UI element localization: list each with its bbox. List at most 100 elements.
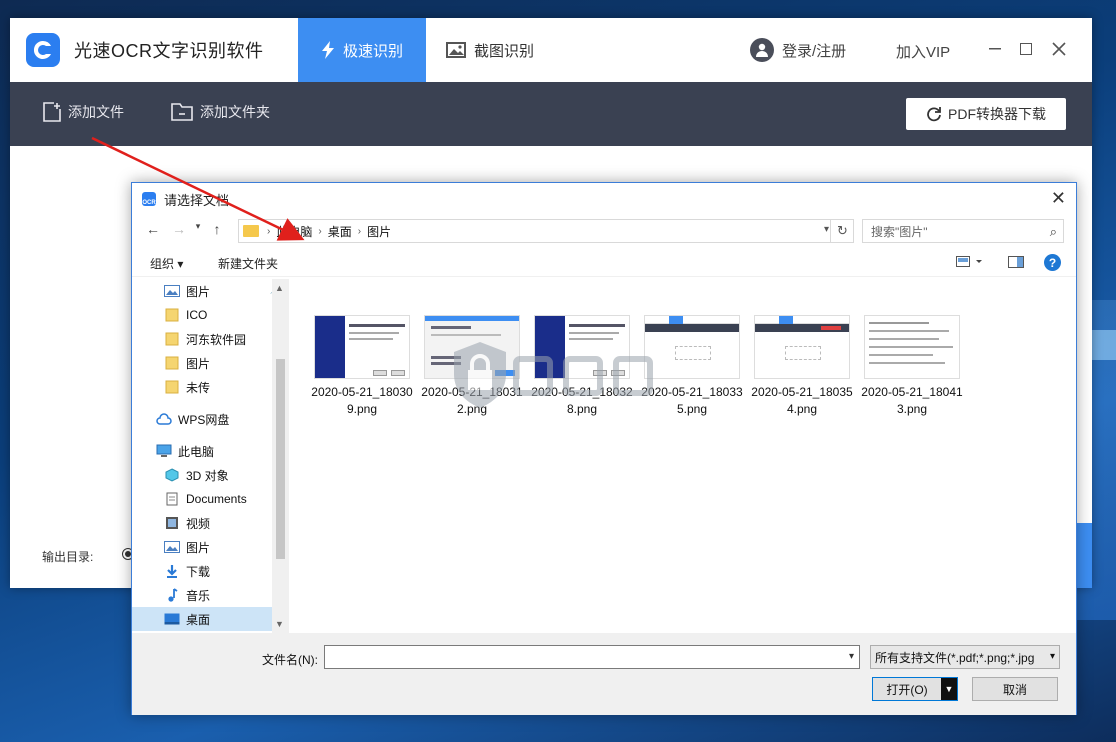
- recent-locations-chevron-icon[interactable]: ▾: [192, 221, 204, 237]
- output-directory-label: 输出目录:: [42, 550, 94, 564]
- picture-folder-icon: [164, 540, 180, 554]
- file-thumbnail-app-window: [644, 315, 740, 379]
- app-titlebar: 光速OCR文字识别软件 极速识别 截图识别 登录/注册 加入VIP: [10, 18, 1092, 82]
- search-icon[interactable]: ⌕: [1050, 224, 1057, 240]
- nav-item-wps-cloud[interactable]: WPS网盘: [132, 407, 288, 431]
- maximize-icon[interactable]: [1017, 40, 1035, 58]
- file-name: 2020-05-21_180413.png: [861, 385, 963, 416]
- breadcrumb-this-pc[interactable]: 此电脑: [276, 223, 312, 240]
- dialog-footer: 文件名(N): ▾ 所有支持文件(*.pdf;*.png;*.jpg ▾ 打开(…: [132, 633, 1076, 715]
- scroll-up-icon[interactable]: ▲: [275, 283, 284, 293]
- chevron-right-icon: ›: [267, 225, 271, 237]
- nav-item-ico[interactable]: ICO: [132, 303, 288, 327]
- chevron-down-icon[interactable]: ▾: [1049, 651, 1055, 662]
- pdf-converter-download-button[interactable]: PDF转换器下载: [906, 98, 1066, 130]
- up-arrow-icon[interactable]: ↑: [204, 221, 230, 237]
- nav-item-label: 河东软件园: [186, 332, 247, 347]
- login-register-link[interactable]: 登录/注册: [750, 38, 846, 62]
- lightning-icon: [321, 41, 335, 59]
- nav-item-desktop[interactable]: 桌面: [132, 607, 288, 631]
- change-view-icon[interactable]: [956, 256, 986, 271]
- nav-item-pictures-folder[interactable]: 图片: [132, 351, 288, 375]
- file-item[interactable]: 2020-05-21_180413.png: [861, 315, 963, 418]
- search-input[interactable]: 搜索"图片" ⌕: [862, 219, 1064, 243]
- chevron-right-icon: ›: [357, 225, 362, 237]
- chevron-right-icon: ›: [318, 225, 322, 237]
- file-item[interactable]: 2020-05-21_180309.png: [311, 315, 413, 418]
- file-thumbnail-installer: [314, 315, 410, 379]
- breadcrumb-desktop[interactable]: 桌面: [328, 223, 352, 240]
- back-arrow-icon[interactable]: ←: [140, 221, 166, 237]
- tab-screenshot-recognition-label: 截图识别: [473, 42, 534, 60]
- nav-item-3d-objects[interactable]: 3D 对象: [132, 463, 288, 487]
- nav-scrollbar[interactable]: ▲ ▼: [272, 279, 289, 633]
- preview-pane-icon[interactable]: [1008, 256, 1024, 271]
- file-thumbnail-dialog: [424, 315, 520, 379]
- folder-icon: [164, 308, 180, 322]
- dialog-titlebar: OCR 请选择文档 ✕: [132, 183, 1076, 215]
- file-thumbnail-text: [864, 315, 960, 379]
- filename-input[interactable]: ▾: [324, 645, 860, 669]
- command-bar: 组织 ▾ 新建文件夹 ?: [132, 249, 1076, 277]
- file-item[interactable]: 2020-05-21_180335.png: [641, 315, 743, 418]
- nav-item-music[interactable]: 音乐: [132, 583, 288, 607]
- tab-fast-recognition[interactable]: 极速识别: [298, 18, 426, 82]
- nav-item-documents[interactable]: Documents: [132, 487, 288, 511]
- minimize-icon[interactable]: [986, 40, 1004, 58]
- join-vip-link[interactable]: 加入VIP: [896, 41, 950, 62]
- new-folder-button[interactable]: 新建文件夹: [218, 255, 278, 272]
- video-icon: [164, 516, 180, 530]
- app-small-icon: OCR: [142, 192, 156, 206]
- open-button[interactable]: 打开(O) ▼: [872, 677, 958, 701]
- chevron-down-icon[interactable]: ▾: [824, 224, 829, 235]
- forward-arrow-icon[interactable]: →: [166, 221, 192, 237]
- cancel-button[interactable]: 取消: [972, 677, 1058, 701]
- cube-icon: [164, 468, 180, 482]
- nav-item-label: 未传: [186, 380, 211, 395]
- nav-item-videos[interactable]: 视频: [132, 511, 288, 535]
- help-icon[interactable]: ?: [1044, 254, 1061, 271]
- nav-item-label: 3D 对象: [186, 468, 229, 483]
- scroll-down-icon[interactable]: ▼: [275, 619, 284, 629]
- close-icon[interactable]: [1050, 40, 1068, 58]
- chevron-down-icon[interactable]: ▾: [849, 651, 854, 662]
- file-open-dialog: OCR 请选择文档 ✕ ← → ▾ ↑ › 此电脑 › 桌面 › 图片 ▾ ↻ …: [131, 182, 1077, 715]
- file-item[interactable]: 2020-05-21_180354.png: [751, 315, 853, 418]
- file-thumbnail-installer: [534, 315, 630, 379]
- add-folder-button[interactable]: 添加文件夹: [170, 102, 270, 122]
- add-file-button[interactable]: 添加文件: [42, 102, 124, 122]
- filename-label: 文件名(N):: [262, 653, 318, 667]
- tab-screenshot-recognition[interactable]: 截图识别: [426, 18, 554, 82]
- refresh-icon[interactable]: ↻: [830, 219, 854, 243]
- nav-item-downloads[interactable]: 下载: [132, 559, 288, 583]
- music-icon: [164, 588, 180, 602]
- nav-item-label: 图片: [186, 356, 211, 371]
- image-icon: [445, 42, 466, 58]
- organize-menu[interactable]: 组织 ▾: [150, 255, 183, 272]
- file-name: 2020-05-21_180312.png: [421, 385, 523, 416]
- scroll-thumb[interactable]: [276, 359, 285, 559]
- start-button-edge[interactable]: [1076, 523, 1092, 588]
- file-item[interactable]: 2020-05-21_180328.png: [531, 315, 633, 418]
- cloud-icon: [156, 412, 172, 426]
- address-row: ← → ▾ ↑ › 此电脑 › 桌面 › 图片 ▾ ↻ 搜索"图片" ⌕: [132, 215, 1076, 249]
- folder-icon: [164, 356, 180, 370]
- nav-item-label: 图片: [186, 284, 211, 299]
- open-button-label: 打开(O): [886, 682, 928, 697]
- nav-item-pictures-quick[interactable]: 图片 📌: [132, 279, 288, 303]
- file-type-select[interactable]: 所有支持文件(*.pdf;*.png;*.jpg ▾: [870, 645, 1060, 669]
- dialog-close-icon[interactable]: ✕: [1051, 189, 1066, 207]
- open-options-chevron-icon[interactable]: ▼: [941, 678, 957, 700]
- nav-item-unsent[interactable]: 未传: [132, 375, 288, 399]
- nav-item-hedong[interactable]: 河东软件园: [132, 327, 288, 351]
- folder-icon: [243, 225, 259, 237]
- search-placeholder: 搜索"图片": [871, 224, 928, 239]
- nav-item-this-pc[interactable]: 此电脑: [132, 439, 288, 463]
- address-bar[interactable]: › 此电脑 › 桌面 › 图片 ▾: [238, 219, 854, 243]
- user-avatar-icon: [750, 38, 774, 62]
- nav-item-label: 桌面: [186, 612, 211, 627]
- nav-item-pictures-library[interactable]: 图片: [132, 535, 288, 559]
- add-folder-icon: [170, 102, 194, 122]
- file-item[interactable]: 2020-05-21_180312.png: [421, 315, 523, 418]
- breadcrumb-pictures[interactable]: 图片: [367, 223, 391, 240]
